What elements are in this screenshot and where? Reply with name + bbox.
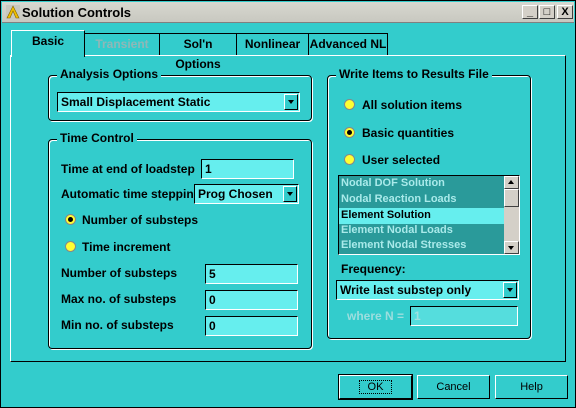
radio-user-selected[interactable] [344,154,355,165]
analysis-type-select[interactable]: Small Displacement Static [57,92,300,112]
scroll-up-icon[interactable] [504,176,519,189]
radio-user-selected-label: User selected [362,153,441,167]
ok-button-label: OK [358,380,393,394]
chevron-down-icon[interactable] [283,186,297,202]
chevron-down-icon[interactable] [503,282,517,298]
where-n-input[interactable]: 1 [410,306,518,326]
close-button[interactable]: X [557,5,573,19]
frequency-label: Frequency: [341,262,406,276]
help-button[interactable]: Help [495,375,568,399]
time-end-label: Time at end of loadstep [61,162,195,176]
radio-time-increment-label: Time increment [82,240,171,254]
list-item[interactable]: Element Nodal Loads [339,223,504,239]
min-substeps-label: Min no. of substeps [61,318,174,332]
auto-time-stepping-select[interactable]: Prog Chosen [194,184,299,204]
time-control-label: Time Control [57,131,137,145]
maximize-button[interactable]: □ [539,5,555,19]
title-bar[interactable]: Solution Controls _ □ X [2,2,574,23]
radio-number-of-substeps-label: Number of substeps [82,213,199,227]
tab-basic[interactable]: Basic [11,30,85,57]
tab-advanced-nl[interactable]: Advanced NL [308,33,388,55]
max-substeps-input[interactable]: 0 [205,290,298,310]
results-items-listbox[interactable]: Nodal DOF Solution Nodal Reaction Loads … [338,175,520,255]
where-n-label: where N = [347,309,405,323]
tab-soln-options[interactable]: Sol'n Options [159,33,237,71]
scroll-down-icon[interactable] [504,241,519,254]
radio-number-of-substeps[interactable] [65,214,76,225]
radio-all-solution-items-label: All solution items [362,98,463,112]
solution-controls-window: Solution Controls _ □ X Basic Transient … [0,0,576,408]
radio-all-solution-items[interactable] [344,99,355,110]
tab-nonlinear[interactable]: Nonlinear [236,33,309,55]
listbox-scrollbar[interactable] [504,176,519,254]
tab-transient[interactable]: Transient [84,33,160,55]
window-title: Solution Controls [22,5,132,20]
ok-button[interactable]: OK [338,374,413,400]
frequency-select[interactable]: Write last substep only [336,280,519,300]
results-file-label: Write Items to Results File [336,67,492,81]
analysis-type-value: Small Displacement Static [61,95,211,109]
num-substeps-input[interactable]: 5 [205,264,298,284]
auto-time-stepping-label: Automatic time stepping [61,187,202,201]
time-end-input[interactable]: 1 [201,159,294,179]
analysis-options-label: Analysis Options [57,67,162,81]
radio-basic-quantities-label: Basic quantities [362,126,455,140]
scroll-thumb[interactable] [504,189,519,207]
list-item[interactable]: Element Solution [339,208,504,224]
min-substeps-input[interactable]: 0 [205,316,298,336]
list-item[interactable]: Nodal Reaction Loads [339,192,504,208]
chevron-down-icon[interactable] [284,94,298,110]
radio-time-increment[interactable] [65,241,76,252]
ansys-logo-icon [6,5,20,19]
max-substeps-label: Max no. of substeps [61,292,177,306]
frequency-value: Write last substep only [340,283,472,297]
list-item[interactable]: Nodal DOF Solution [339,176,504,192]
cancel-button[interactable]: Cancel [417,375,490,399]
auto-time-stepping-value: Prog Chosen [198,187,273,201]
num-substeps-label: Number of substeps [61,266,178,280]
list-item[interactable]: Element Nodal Stresses [339,238,504,254]
radio-basic-quantities[interactable] [344,127,355,138]
minimize-button[interactable]: _ [522,5,538,19]
